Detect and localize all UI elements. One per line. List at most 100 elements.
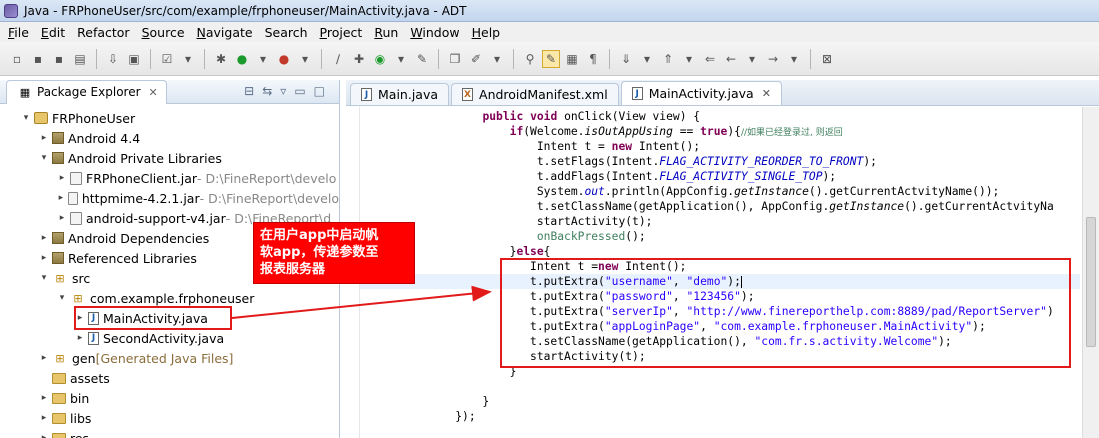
dropdown-arrow-icon[interactable]: ▾ xyxy=(296,50,314,68)
print-icon[interactable]: ▤ xyxy=(71,50,89,68)
close-icon[interactable]: ✕ xyxy=(149,86,158,99)
expand-toggle-icon[interactable]: ▸ xyxy=(74,333,86,343)
menu-item[interactable]: Project xyxy=(314,25,369,40)
collapse-all-icon[interactable]: ⊟ xyxy=(244,84,254,98)
toolbar-separator xyxy=(204,48,205,69)
expand-toggle-icon[interactable]: ▾ xyxy=(20,113,32,123)
dropdown-arrow-icon[interactable]: ▾ xyxy=(179,50,197,68)
expand-toggle-icon[interactable]: ▸ xyxy=(38,393,50,403)
tree-item[interactable]: ▸ ⊞ gen [Generated Java Files] xyxy=(0,348,339,368)
run-icon[interactable]: ● xyxy=(233,50,251,68)
previous-annotation-icon[interactable]: ⇑ xyxy=(659,50,677,68)
tree-item[interactable]: ▸ httpmime-4.2.1.jar - D:\FineReport\deve… xyxy=(0,188,339,208)
open-folder-icon[interactable]: ❐ xyxy=(446,50,464,68)
search-icon[interactable]: ⚲ xyxy=(521,50,539,68)
expand-toggle-icon[interactable]: ▸ xyxy=(56,193,66,203)
new-icon[interactable]: ▫ xyxy=(8,50,26,68)
tab-package-explorer[interactable]: ▦ Package Explorer ✕ xyxy=(6,80,167,104)
expand-toggle-icon[interactable]: ▸ xyxy=(56,213,68,223)
tree-item[interactable]: ▾ FRPhoneUser xyxy=(0,108,339,128)
expand-toggle-icon[interactable]: ▸ xyxy=(38,253,50,263)
tree-item-label: Android Private Libraries xyxy=(68,150,222,166)
dropdown-arrow-icon[interactable]: ▾ xyxy=(680,50,698,68)
next-annotation-icon[interactable]: ⇓ xyxy=(617,50,635,68)
scrollbar-thumb[interactable] xyxy=(1086,217,1096,347)
editor-tab[interactable]: J Main.java xyxy=(350,83,450,105)
new-java-project-icon[interactable]: ✚ xyxy=(350,50,368,68)
code-token: out xyxy=(584,185,605,198)
tree-item-label: android-support-v4.jar xyxy=(86,210,226,226)
tree-item-label: com.example.frphoneuser xyxy=(90,290,255,306)
menu-item[interactable]: File xyxy=(2,25,35,40)
dropdown-arrow-icon[interactable]: ▾ xyxy=(785,50,803,68)
android-device-icon[interactable]: ▣ xyxy=(125,50,143,68)
menu-item[interactable]: Window xyxy=(404,25,465,40)
link-with-editor-icon[interactable]: ⇆ xyxy=(262,84,272,98)
external-tools-icon[interactable]: ● xyxy=(275,50,293,68)
code-token: (); xyxy=(625,230,646,243)
tree-item[interactable]: ▸ Android 4.4 xyxy=(0,128,339,148)
code-token: FLAG_ACTIVITY_SINGLE_TOP xyxy=(659,170,823,183)
show-whitespace-icon[interactable]: ¶ xyxy=(584,50,602,68)
expand-toggle-icon[interactable]: ▾ xyxy=(38,153,50,163)
library-icon xyxy=(52,232,64,244)
tree-item-label: httpmime-4.2.1.jar xyxy=(81,190,200,206)
forward-icon[interactable]: → xyxy=(764,50,782,68)
code-token: t.setFlags(Intent. xyxy=(360,155,660,168)
menu-item[interactable]: Navigate xyxy=(191,25,259,40)
download-icon[interactable]: ⇩ xyxy=(104,50,122,68)
checkbox-icon[interactable]: ☑ xyxy=(158,50,176,68)
mark-occurrences-icon[interactable]: ✎ xyxy=(542,49,560,68)
dropdown-arrow-icon[interactable]: ▾ xyxy=(638,50,656,68)
save-all-icon[interactable]: ▪ xyxy=(50,50,68,68)
menu-item[interactable]: Edit xyxy=(35,25,71,40)
expand-toggle-icon[interactable]: ▸ xyxy=(38,233,50,243)
tree-item[interactable]: ▸ libs xyxy=(0,408,339,428)
block-selection-icon[interactable]: ▦ xyxy=(563,50,581,68)
dropdown-arrow-icon[interactable]: ▾ xyxy=(743,50,761,68)
code-token: if xyxy=(509,125,524,138)
close-icon[interactable]: ✕ xyxy=(762,87,771,100)
tree-item[interactable]: ▸ bin xyxy=(0,388,339,408)
pin-editor-icon[interactable]: ⊠ xyxy=(818,50,836,68)
menu-item[interactable]: Run xyxy=(368,25,404,40)
expand-toggle-icon[interactable]: ▾ xyxy=(38,273,50,283)
open-type-icon[interactable]: ✎ xyxy=(413,50,431,68)
menu-item[interactable]: Refactor xyxy=(71,25,135,40)
dropdown-arrow-icon[interactable]: ▾ xyxy=(488,50,506,68)
tree-item[interactable]: assets xyxy=(0,368,339,388)
new-class-icon[interactable]: ◉ xyxy=(371,50,389,68)
minimize-icon[interactable]: ▭ xyxy=(294,84,305,98)
expand-toggle-icon[interactable]: ▸ xyxy=(38,133,50,143)
expand-toggle-icon[interactable]: ▸ xyxy=(38,353,50,363)
editor-tab[interactable]: J MainActivity.java ✕ xyxy=(620,81,782,105)
menu-item[interactable]: Help xyxy=(466,25,507,40)
debug-icon[interactable]: ✱ xyxy=(212,50,230,68)
last-edit-icon[interactable]: ⇐ xyxy=(701,50,719,68)
vertical-scrollbar[interactable] xyxy=(1082,107,1099,438)
view-menu-icon[interactable]: ▿ xyxy=(280,84,286,98)
tree-item[interactable]: ▸ FRPhoneClient.jar - D:\FineReport\devel… xyxy=(0,168,339,188)
tree-item[interactable]: ▾ ⊞ com.example.frphoneuser xyxy=(0,288,339,308)
run-dropdown-icon[interactable]: ▾ xyxy=(254,50,272,68)
dropdown-arrow-icon[interactable]: ▾ xyxy=(392,50,410,68)
tree-item[interactable]: ▾ Android Private Libraries xyxy=(0,148,339,168)
jar-icon xyxy=(70,211,82,225)
editor-tab[interactable]: X AndroidManifest.xml xyxy=(451,83,619,105)
tree-item-label: res xyxy=(70,430,90,438)
tree-item[interactable]: ▸ J SecondActivity.java xyxy=(0,328,339,348)
skip-breakpoints-icon[interactable]: ∕ xyxy=(329,50,347,68)
java-file-icon: J xyxy=(88,331,99,345)
expand-toggle-icon[interactable]: ▾ xyxy=(56,293,68,303)
expand-toggle-icon[interactable]: ▸ xyxy=(56,173,68,183)
expand-toggle-icon[interactable]: ▸ xyxy=(38,433,50,438)
maximize-icon[interactable]: □ xyxy=(314,84,325,98)
back-icon[interactable]: ← xyxy=(722,50,740,68)
menu-item[interactable]: Search xyxy=(259,25,314,40)
edit-tool-icon[interactable]: ✐ xyxy=(467,50,485,68)
tree-item[interactable]: ▸ res xyxy=(0,428,339,438)
menu-item[interactable]: Source xyxy=(136,25,191,40)
code-token: else xyxy=(516,245,544,258)
expand-toggle-icon[interactable]: ▸ xyxy=(38,413,50,423)
save-icon[interactable]: ▪ xyxy=(29,50,47,68)
